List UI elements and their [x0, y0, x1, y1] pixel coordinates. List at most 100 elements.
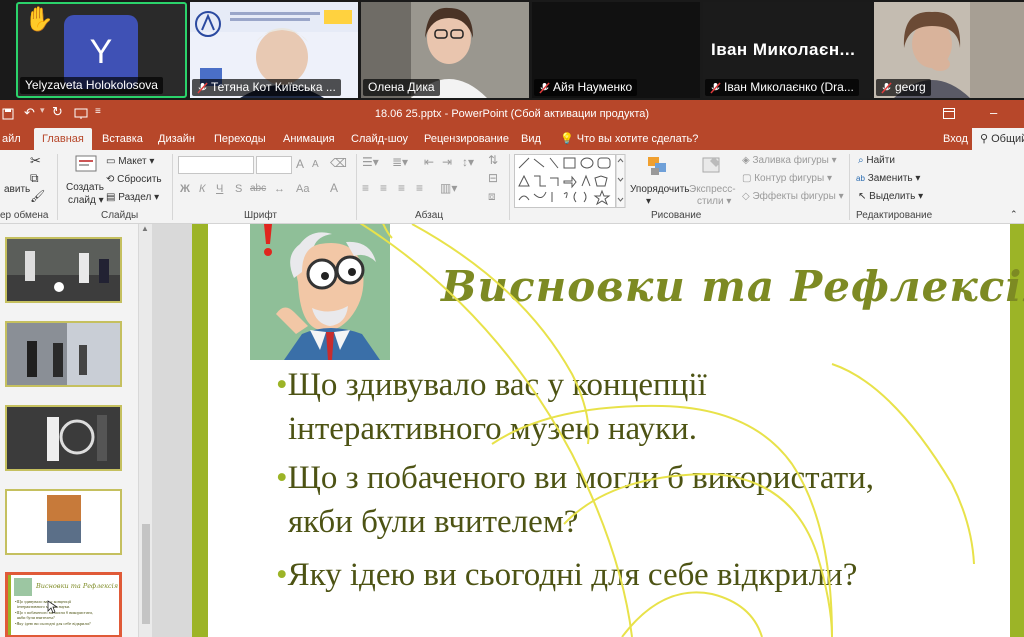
tab-slideshow[interactable]: Слайд-шоу [343, 128, 416, 150]
align-center-icon[interactable]: ≡ [380, 182, 387, 194]
thumbnail-image [7, 239, 120, 301]
select-button[interactable]: ↖ Выделить ▾ [858, 191, 923, 203]
new-slide-label-2[interactable]: слайд ▾ [68, 195, 104, 207]
change-case-icon[interactable]: Aa [296, 183, 309, 195]
slide-thumbnail[interactable] [5, 237, 122, 303]
participant-tile-2[interactable]: Тетяна Кот Київська ... [190, 2, 358, 98]
decrease-indent-icon[interactable]: ⇤ [424, 156, 434, 168]
justify-icon[interactable]: ≡ [416, 182, 423, 194]
new-slide-label-1[interactable]: Создать [66, 182, 104, 194]
align-left-icon[interactable]: ≡ [362, 182, 369, 194]
slide-thumbnail[interactable] [5, 489, 122, 555]
find-button[interactable]: ⌕ Найти [858, 155, 895, 167]
bullet-2[interactable]: •Що з побаченого ви могли б використати,… [276, 456, 874, 544]
font-size-down-button[interactable]: A [312, 159, 319, 171]
bullet-1[interactable]: •Що здивувало вас у концепції інтерактив… [276, 363, 707, 451]
font-size-up-button[interactable]: A [296, 158, 304, 170]
shadow-button[interactable]: S [235, 183, 242, 195]
cut-icon[interactable]: ✂ [30, 154, 41, 167]
participant-tile-5[interactable]: Іван Миколаєн... Іван Миколаєнко (Dra... [703, 2, 871, 98]
tab-transitions[interactable]: Переходы [206, 128, 274, 150]
tab-review[interactable]: Рецензирование [416, 128, 517, 150]
slide-thumbnail[interactable] [5, 321, 122, 387]
clear-format-icon[interactable]: ⌫ [330, 157, 347, 169]
paste-button[interactable]: авить [4, 184, 30, 196]
numbering-icon[interactable]: ≣▾ [392, 156, 408, 168]
tab-animations[interactable]: Анимация [275, 128, 343, 150]
font-size-field[interactable] [256, 156, 292, 174]
scroll-up-icon[interactable]: ▲ [141, 224, 149, 233]
bullet-3[interactable]: •Яку ідею ви сьогодні для себе відкрили? [276, 553, 857, 597]
participant-name: Айя Науменко [534, 79, 638, 96]
tab-file[interactable]: айл [0, 128, 29, 150]
sign-in-link[interactable]: Вход [935, 128, 976, 150]
char-spacing-icon[interactable]: ↔ [274, 183, 285, 195]
increase-indent-icon[interactable]: ⇥ [442, 156, 452, 168]
bullets-icon[interactable]: ☰▾ [362, 156, 379, 168]
thumbnail-image [7, 407, 120, 469]
font-color-button[interactable]: A [330, 182, 338, 194]
italic-button[interactable]: К [199, 183, 205, 195]
ribbon-options-icon[interactable] [943, 108, 955, 119]
columns-icon[interactable]: ▥▾ [440, 182, 457, 194]
slide-title[interactable]: Висновки та Рефлексія [441, 262, 1024, 311]
shapes-gallery[interactable] [514, 154, 626, 208]
text-direction-icon[interactable]: ⇅ [488, 154, 498, 166]
shape-effects-button[interactable]: ◇ Эффекты фигуры ▾ [742, 191, 844, 203]
shape-fill-button[interactable]: ◈ Заливка фигуры ▾ [742, 155, 837, 167]
underline-button[interactable]: Ч [216, 183, 223, 195]
section-button[interactable]: ▤ Раздел ▾ [106, 192, 159, 204]
participant-name-text: Олена Дика [368, 80, 435, 94]
collapse-ribbon-icon[interactable]: ⌃ [1010, 208, 1018, 220]
tab-view[interactable]: Вид [513, 128, 549, 150]
tab-home[interactable]: Главная [34, 128, 92, 150]
participant-name: Тетяна Кот Київська ... [192, 79, 341, 96]
tell-me-box[interactable]: 💡 Что вы хотите сделать? [552, 128, 706, 150]
participant-tile-4[interactable]: Айя Науменко [532, 2, 700, 98]
quick-styles-label-2[interactable]: стили ▾ [697, 196, 731, 208]
current-slide[interactable]: Висновки та Рефлексія •Що здивувало вас … [192, 224, 1024, 637]
bullet-1-line-1: •Що здивувало вас у концепції [276, 363, 707, 407]
smartart-icon[interactable]: ⧈ [488, 190, 496, 202]
copy-icon[interactable]: ⧉ [30, 172, 39, 184]
group-separator [849, 154, 850, 220]
line-spacing-icon[interactable]: ↕▾ [462, 156, 474, 168]
group-separator [57, 154, 58, 220]
shape-effects-label: Эффекты фигуры [752, 191, 836, 202]
align-text-icon[interactable]: ⊟ [488, 172, 498, 184]
arrange-icon[interactable] [646, 155, 670, 177]
strikethrough-button[interactable]: abc [250, 183, 266, 195]
font-name-field[interactable] [178, 156, 254, 174]
participant-tile-6[interactable]: georg [874, 2, 1024, 98]
quick-styles-icon[interactable] [700, 155, 724, 177]
shape-outline-button[interactable]: ▢ Контур фигуры ▾ [742, 173, 832, 185]
lightbulb-icon: 💡 [560, 133, 574, 145]
replace-button[interactable]: ab Заменить ▾ [856, 173, 920, 185]
align-right-icon[interactable]: ≡ [398, 182, 405, 194]
participant-name-text: Айя Науменко [553, 80, 633, 94]
person-icon: ⚲ [980, 133, 989, 145]
arrange-button[interactable]: Упорядочить [630, 184, 690, 196]
tab-insert[interactable]: Вставка [94, 128, 151, 150]
participant-tile-3[interactable]: Олена Дика [361, 2, 529, 98]
scrollbar-thumb[interactable] [142, 524, 150, 624]
quick-styles-label-1[interactable]: Экспресс- [689, 184, 736, 196]
layout-button[interactable]: ▭ Макет ▾ [106, 156, 154, 168]
minimize-button[interactable]: – [990, 105, 997, 120]
cursor-icon: ↖ [858, 191, 867, 202]
reset-button[interactable]: ⟲ Сбросить [106, 174, 162, 186]
tab-design[interactable]: Дизайн [150, 128, 203, 150]
slide-thumbnail-selected[interactable]: Висновки та Рефлексія •Що здивувало вас … [5, 572, 122, 637]
share-button[interactable]: ⚲ Общий [972, 128, 1024, 150]
participant-name: Олена Дика [363, 79, 440, 96]
slide-thumbnail[interactable] [5, 405, 122, 471]
thumbnail-text-line: інтерактивного музею науки. [17, 604, 70, 609]
participant-tile-1[interactable]: ✋ Y Yelyzaveta Holokolosova [16, 2, 187, 98]
new-slide-icon[interactable] [74, 154, 98, 176]
thumbnails-scrollbar[interactable]: ▲ [138, 224, 152, 637]
arrange-dropdown-icon[interactable]: ▾ [646, 196, 651, 208]
bullet-2-line-2: якби були вчителем? [288, 504, 579, 540]
bold-button[interactable]: Ж [180, 183, 190, 195]
replace-icon: ab [856, 174, 865, 183]
format-painter-icon[interactable]: 🖌 [30, 190, 45, 202]
